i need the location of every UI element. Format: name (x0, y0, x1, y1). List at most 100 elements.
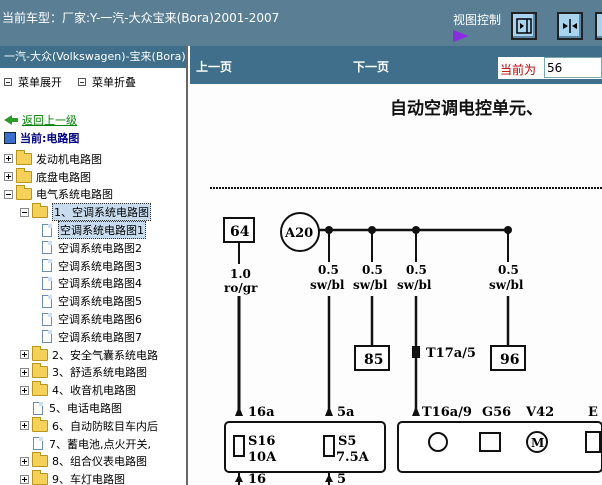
expand-node-icon[interactable] (4, 154, 13, 164)
folder-icon (16, 149, 32, 165)
purple-arrow-icon (453, 30, 469, 42)
tree-item-label: 发动机电路图 (36, 152, 102, 166)
fuse-s5-rating: 7.5A (336, 450, 370, 465)
expand-node-icon[interactable] (20, 385, 29, 395)
circuit-drawing: 自动空调电控单元、 64 A20 1.0 ro/gr 0.5 sw/bl 0.5 (210, 98, 602, 485)
tree-item[interactable]: 7、蓄电池,点火开关, (0, 435, 186, 453)
tree-item[interactable]: 空调系统电路图2 (0, 239, 186, 257)
prev-page-button[interactable]: 上一页 (196, 58, 232, 75)
tree-item-label: 空调系统电路图4 (58, 277, 142, 291)
tree-item-label: 空调系统电路图6 (58, 313, 142, 327)
document-icon (33, 401, 43, 415)
tree-item[interactable]: 1、空调系统电路图 (0, 203, 186, 222)
tree-item[interactable]: 发动机电路图 (0, 149, 186, 168)
collapse-node-icon[interactable] (4, 189, 13, 199)
wire-size-2: 0.5 (318, 263, 339, 277)
menu-expand-button[interactable]: 菜单展开 (4, 74, 62, 90)
fuse-s5 (323, 435, 335, 457)
transistor-symbol (428, 432, 448, 452)
menu-collapse-label: 菜单折叠 (92, 76, 136, 89)
document-icon (42, 330, 52, 344)
connector-96-label: 96 (500, 352, 519, 368)
wire-color-4: sw/bl (397, 278, 432, 292)
motor-letter: M (531, 436, 544, 450)
sensor-g56-symbol (479, 432, 501, 452)
expand-node-icon[interactable] (4, 172, 13, 182)
tree-item[interactable]: 电气系统电路图 (0, 185, 186, 204)
wire-size-3: 0.5 (362, 263, 383, 277)
tree-item-label: 8、组合仪表电路图 (52, 455, 147, 469)
wire-size-1: 1.0 (230, 267, 251, 281)
current-location-label: 当前:电路图 (20, 132, 80, 145)
current-page-input[interactable] (544, 57, 602, 78)
expand-icon (4, 78, 12, 86)
expand-node-icon[interactable] (20, 474, 29, 484)
current-page-label: 当前为 (500, 63, 537, 77)
tree-item[interactable]: 空调系统电路图3 (0, 257, 186, 275)
connector-85-label: 85 (364, 352, 383, 368)
collapse-node-icon[interactable] (20, 207, 29, 217)
v42-label: V42 (525, 405, 554, 420)
tree-item[interactable]: 空调系统电路图5 (0, 292, 186, 310)
expand-node-icon[interactable] (20, 367, 29, 377)
expand-view-button[interactable] (595, 12, 602, 40)
view-control-label: 视图控制 (453, 13, 502, 27)
tree-item[interactable]: 3、舒适系统电路图 (0, 363, 186, 382)
g56-label: G56 (482, 405, 511, 420)
tree-item[interactable]: 9、车灯电路图 (0, 470, 186, 485)
e-label: E (588, 405, 598, 420)
document-icon (42, 223, 52, 237)
tree-item[interactable]: 6、自动防眩目车内后 (0, 416, 186, 435)
folder-icon (32, 416, 48, 432)
folder-icon (32, 381, 48, 397)
pin-arrow-5 (325, 474, 333, 482)
menu-tree: 发动机电路图 底盘电路图 电气系统电路图 1、空调系统电路图 空调系统电路图1 空调系统电… (0, 149, 186, 485)
diagram-heading: 自动空调电控单元、 (390, 98, 543, 119)
top-bar: 当前车型：厂家:Y-一汽-大众宝来(Bora)2001-2007 视图控制 (0, 0, 602, 46)
wire-color-5: sw/bl (489, 278, 524, 292)
circuit-diagram[interactable]: 自动空调电控单元、 64 A20 1.0 ro/gr 0.5 sw/bl 0.5 (190, 84, 602, 485)
wire-size-4: 0.5 (406, 263, 427, 277)
pin-16a-label: 16a (248, 405, 275, 420)
tree-item[interactable]: 空调系统电路图1 (0, 221, 186, 240)
menu-expand-label: 菜单展开 (18, 76, 62, 89)
next-page-button[interactable]: 下一页 (353, 58, 389, 75)
tree-item[interactable]: 4、收音机电路图 (0, 381, 186, 399)
wire-color-2: sw/bl (310, 278, 345, 292)
tree-item[interactable]: 底盘电路图 (0, 167, 186, 186)
tree-item-label: 3、舒适系统电路图 (52, 366, 147, 380)
pin-16-label: 16 (248, 472, 266, 485)
tree-item-label: 电气系统电路图 (36, 188, 113, 202)
tree-item-label: 4、收音机电路图 (52, 384, 136, 398)
pin-arrow-16a (235, 406, 243, 416)
document-icon (42, 241, 52, 255)
wire-color-1: ro/gr (224, 281, 258, 295)
tree-item-label: 底盘电路图 (36, 170, 91, 184)
tree-item[interactable]: 空调系统电路图4 (0, 275, 186, 293)
expand-node-icon[interactable] (20, 421, 29, 431)
split-view-button[interactable] (557, 12, 583, 40)
back-link[interactable]: 返回上一级 (4, 112, 77, 128)
fuse-s16-rating: 10A (248, 450, 277, 465)
tree-item[interactable]: 2、安全气囊系统电路 (0, 345, 186, 364)
menu-collapse-button[interactable]: 菜单折叠 (78, 74, 136, 90)
expand-node-icon[interactable] (20, 350, 29, 360)
pin-5-label: 5 (337, 472, 346, 485)
collapse-sidebar-button[interactable] (511, 12, 537, 40)
wire-labels: 1.0 ro/gr 0.5 sw/bl 0.5 sw/bl 0.5 sw/bl … (224, 263, 524, 295)
document-icon (42, 276, 52, 290)
tree-item[interactable]: 空调系统电路图6 (0, 310, 186, 328)
folder-icon (16, 167, 32, 183)
tree-item[interactable]: 5、电话电路图 (0, 399, 186, 417)
pin-t16-label: T16a/9 (422, 405, 472, 420)
document-icon (42, 259, 52, 273)
tree-item-label: 9、车灯电路图 (52, 473, 125, 485)
tree-item[interactable]: 空调系统电路图7 (0, 328, 186, 346)
folder-icon (32, 345, 48, 361)
tree-item[interactable]: 8、组合仪表电路图 (0, 452, 186, 471)
wire-color-3: sw/bl (353, 278, 388, 292)
pin-arrow-5a (325, 406, 333, 416)
folder-icon (32, 363, 48, 379)
expand-node-icon[interactable] (20, 456, 29, 466)
connector-64-label: 64 (230, 224, 250, 240)
